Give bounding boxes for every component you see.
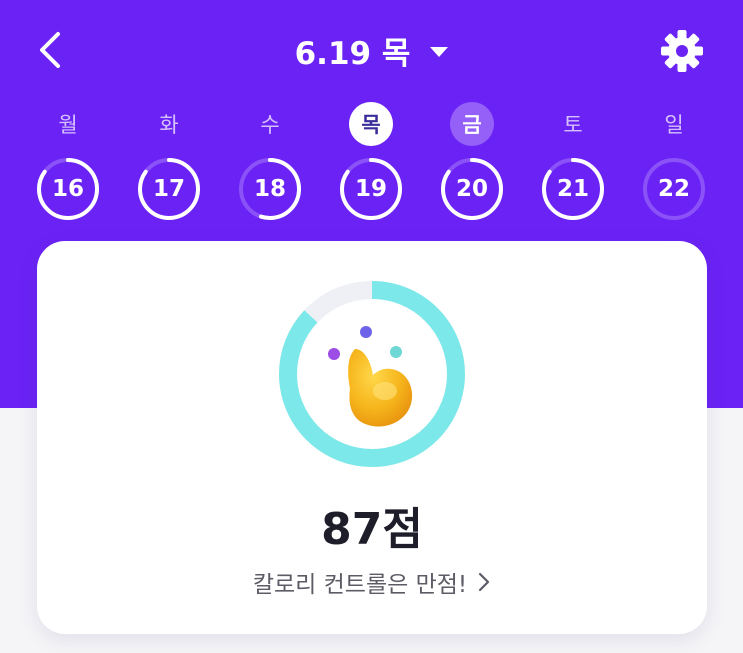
day-number: 17 bbox=[152, 176, 185, 202]
weekday-label: 화 bbox=[159, 113, 179, 137]
mascot-character-icon bbox=[328, 326, 413, 427]
day-item[interactable]: 화 17 bbox=[132, 100, 206, 230]
chevron-right-icon bbox=[479, 572, 490, 592]
day-number: 22 bbox=[657, 176, 690, 202]
date-selector[interactable]: 6.19 목 bbox=[0, 28, 743, 72]
day-number: 16 bbox=[51, 176, 84, 202]
day-number: 20 bbox=[455, 176, 488, 202]
day-number: 18 bbox=[253, 176, 286, 202]
day-number: 21 bbox=[556, 176, 589, 202]
day-item[interactable]: 수 18 bbox=[233, 100, 307, 230]
score-message-link[interactable]: 칼로리 컨트롤은 만점! bbox=[37, 565, 707, 599]
weekday-label-today: 금 bbox=[450, 102, 494, 146]
day-item[interactable]: 월 16 bbox=[31, 100, 105, 230]
weekday-label: 토 bbox=[563, 113, 583, 137]
day-item[interactable]: 토 21 bbox=[536, 100, 610, 230]
day-number: 19 bbox=[354, 176, 387, 202]
week-strip: 월 16 화 17 수 18 목 19 금 20 토 21 일 22 bbox=[0, 100, 743, 230]
weekday-label: 수 bbox=[260, 113, 280, 137]
gear-icon bbox=[661, 30, 703, 72]
weekday-label-selected: 목 bbox=[349, 102, 393, 146]
weekday-label: 일 bbox=[664, 113, 684, 137]
score-card: 87점 칼로리 컨트롤은 만점! bbox=[37, 241, 707, 634]
score-message: 칼로리 컨트롤은 만점! bbox=[252, 572, 468, 598]
caret-down-icon bbox=[430, 47, 449, 57]
settings-button[interactable] bbox=[659, 28, 705, 74]
day-item[interactable]: 일 22 bbox=[637, 100, 711, 230]
day-item-selected[interactable]: 목 19 bbox=[334, 100, 408, 230]
day-item-today[interactable]: 금 20 bbox=[435, 100, 509, 230]
date-title: 6.19 목 bbox=[294, 35, 411, 72]
weekday-label: 월 bbox=[58, 113, 78, 137]
top-bar: 6.19 목 bbox=[0, 0, 743, 100]
score-value: 87점 bbox=[321, 504, 423, 555]
